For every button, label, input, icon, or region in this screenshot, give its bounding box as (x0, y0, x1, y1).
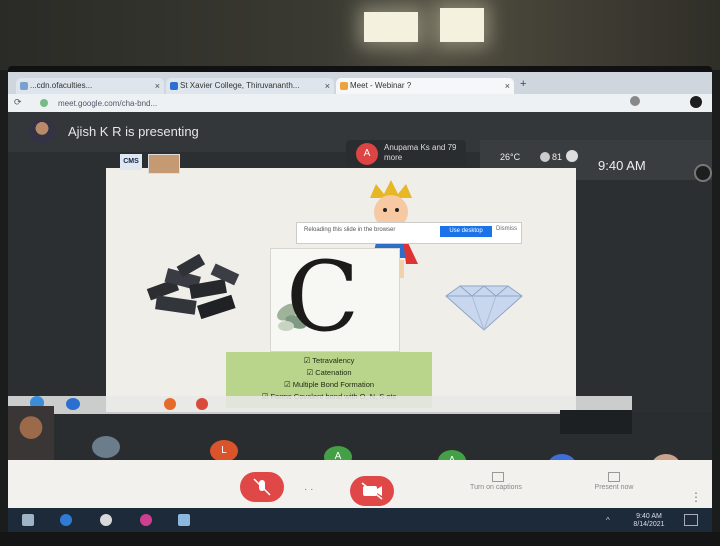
close-icon[interactable]: × (325, 78, 330, 94)
people-icon[interactable] (540, 152, 550, 162)
room-background (0, 0, 720, 70)
close-icon[interactable]: × (155, 78, 160, 94)
browser-tab-3[interactable]: Meet - Webinar ? × (336, 78, 514, 94)
chrome-icon (196, 398, 208, 410)
profile-icon[interactable] (690, 96, 702, 108)
more-options-icon[interactable]: ⋮ (690, 490, 702, 504)
participant-avatar (92, 436, 120, 458)
use-desktop-button[interactable]: Use desktop (440, 226, 492, 237)
caption-line: ☑ Catenation (306, 368, 352, 377)
audio-options-icon[interactable]: · · (304, 484, 313, 495)
present-icon (608, 472, 620, 482)
meeting-time: 9:40 AM (598, 158, 646, 173)
edge-icon[interactable] (60, 514, 72, 526)
participant-count: 81 (552, 152, 563, 162)
browser-tab-2[interactable]: St Xavier College, Thiruvananth... × (166, 78, 334, 94)
banner-text: Reloading this slide in the browser (304, 227, 396, 233)
file-explorer-icon[interactable] (22, 514, 34, 526)
lock-icon (40, 99, 48, 107)
tab-favicon-icon (170, 82, 178, 90)
diamond-image (445, 285, 523, 332)
reload-icon[interactable]: ⟳ (14, 97, 22, 108)
captions-icon (492, 472, 504, 482)
taskbar-date: 8/14/2021 (633, 521, 665, 528)
app-icon[interactable] (140, 514, 152, 526)
desk-edge (0, 532, 720, 546)
presenting-label: Ajish K R is presenting (68, 124, 199, 139)
mic-off-icon (253, 478, 271, 496)
chrome-icon[interactable] (100, 514, 112, 526)
shared-taskbar-strip (8, 396, 632, 414)
edge-icon (66, 398, 80, 410)
coal-image (146, 254, 240, 320)
presenter-avatar (28, 118, 56, 144)
caption-line: ☑ Tetravalency (303, 356, 355, 365)
new-tab-icon[interactable]: + (520, 78, 526, 90)
weather-label: 26°C (500, 152, 521, 162)
carbon-letter: C (286, 241, 360, 353)
caption-line: ☑ Multiple Bond Formation (283, 380, 375, 389)
tab-favicon-icon (20, 82, 28, 90)
captions-button[interactable]: Turn on captions (456, 484, 536, 491)
firefox-icon (164, 398, 176, 410)
others-label: Anupama Ks and 79 more (384, 143, 457, 162)
self-video-tile (8, 406, 54, 460)
tray-chevron-icon[interactable]: ^ (606, 516, 610, 525)
shared-tray (560, 410, 632, 434)
tab-label: ...cdn.ofaculties... (30, 81, 93, 90)
tab-label: Meet - Webinar ? (350, 81, 412, 90)
tab-label: St Xavier College, Thiruvananth... (180, 81, 300, 90)
present-now-button[interactable]: Present now (584, 484, 644, 491)
avatar: A (356, 143, 378, 165)
slide-logo: CMS (120, 154, 142, 170)
camera-button[interactable] (350, 476, 394, 506)
dismiss-button[interactable]: Dismiss (496, 226, 517, 232)
window-light-right (440, 8, 484, 42)
notification-icon[interactable] (684, 514, 698, 526)
taskbar-clock: 9:40 AM 8/14/2021 (624, 513, 674, 529)
account-icon[interactable] (694, 164, 712, 182)
camera-off-icon (361, 482, 383, 500)
mic-button[interactable] (240, 472, 284, 502)
url-field[interactable]: meet.google.com/cha-bnd... (58, 98, 318, 109)
meet-favicon-icon (340, 82, 348, 90)
close-icon[interactable]: × (505, 78, 510, 94)
browser-tab-1[interactable]: ...cdn.ofaculties... × (16, 78, 164, 94)
window-light-left (364, 12, 418, 42)
chat-icon[interactable] (566, 150, 578, 162)
star-icon[interactable] (630, 96, 640, 106)
participant-avatar: L (210, 440, 238, 462)
app-icon[interactable] (178, 514, 190, 526)
taskbar-time: 9:40 AM (636, 513, 662, 520)
presenter-thumbnail (148, 154, 180, 174)
